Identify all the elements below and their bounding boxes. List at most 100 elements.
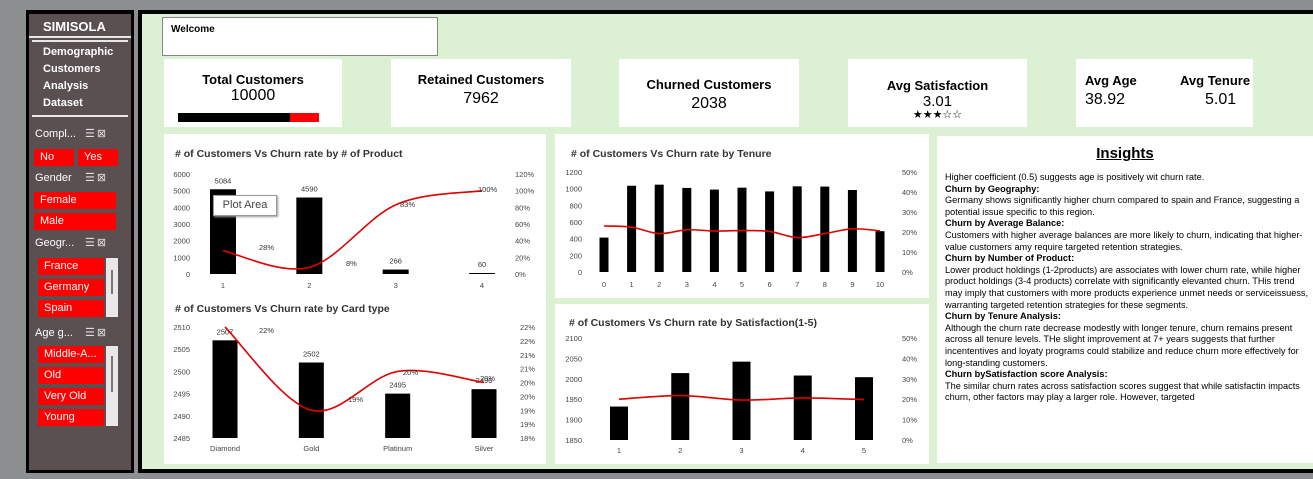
y-tick-label: 2000 xyxy=(565,375,582,384)
y-tick-label: 1200 xyxy=(565,168,582,177)
y2-tick-label: 80% xyxy=(515,203,530,212)
y-tick-label: 1900 xyxy=(565,416,582,425)
y2-tick-label: 21% xyxy=(520,351,535,360)
x-tick-label: 4 xyxy=(480,281,484,290)
line-data-label: 100% xyxy=(478,185,498,194)
y-tick-label: 2000 xyxy=(173,237,190,246)
bar xyxy=(382,269,409,274)
plot-area-tooltip: Plot Area xyxy=(213,195,277,216)
bar-data-label: 5084 xyxy=(215,176,232,185)
y-tick-label: 5000 xyxy=(173,187,190,196)
y2-tick-label: 20% xyxy=(520,392,535,401)
y-tick-label: 1000 xyxy=(565,185,582,194)
bar xyxy=(793,375,812,440)
line-data-label: 22% xyxy=(259,326,274,335)
y2-tick-label: 18% xyxy=(520,434,535,443)
y-tick-label: 6000 xyxy=(173,170,190,179)
y2-tick-label: 0% xyxy=(902,268,913,277)
x-tick-label: Silver xyxy=(475,444,494,453)
y-tick-label: 800 xyxy=(569,201,582,210)
y2-tick-label: 0% xyxy=(515,270,526,279)
insight-heading: Churn by Tenure Analysis: xyxy=(945,311,1061,322)
insight-paragraph: Churn by Geography: Germany shows signifi… xyxy=(945,184,1313,219)
insight-text: Higher coefficient (0.5) suggests age is… xyxy=(945,172,1205,182)
x-tick-label: 1 xyxy=(221,281,225,290)
y-tick-label: 2495 xyxy=(173,390,190,399)
y2-tick-label: 40% xyxy=(902,188,917,197)
insight-heading: Churn bySatisfaction score Analysis: xyxy=(945,369,1108,380)
x-tick-label: Platinum xyxy=(383,444,412,453)
bar xyxy=(385,393,411,438)
insight-heading: Churn by Geography: xyxy=(945,183,1040,194)
insight-paragraph: Higher coefficient (0.5) suggests age is… xyxy=(945,172,1313,184)
y2-tick-label: 120% xyxy=(515,170,535,179)
insight-paragraph: Churn by Average Balance: Customers with … xyxy=(945,218,1313,253)
x-tick-label: 4 xyxy=(712,280,716,289)
insight-text: Lower product holdings (1-2products) are… xyxy=(945,264,1309,310)
insight-text: The similar churn rates across satisfact… xyxy=(945,380,1300,403)
bar xyxy=(212,340,238,438)
bar xyxy=(792,186,802,272)
y2-tick-label: 100% xyxy=(515,187,535,196)
line-data-label: 83% xyxy=(400,200,415,209)
x-tick-label: 2 xyxy=(657,280,661,289)
y2-tick-label: 21% xyxy=(520,365,535,374)
x-tick-label: 2 xyxy=(307,281,311,290)
y-tick-label: 4000 xyxy=(173,203,190,212)
y-tick-label: 2490 xyxy=(173,412,190,421)
insight-paragraph: Churn by Number of Product: Lower product… xyxy=(945,253,1313,311)
bar xyxy=(654,184,664,272)
x-tick-label: 2 xyxy=(678,446,682,455)
bar-data-label: 60 xyxy=(478,260,486,269)
y2-tick-label: 19% xyxy=(520,406,535,415)
x-tick-label: Diamond xyxy=(210,444,240,453)
bar xyxy=(599,237,609,272)
y-tick-label: 2050 xyxy=(565,354,582,363)
y2-tick-label: 20% xyxy=(520,379,535,388)
insight-heading: Churn by Average Balance: xyxy=(945,218,1065,229)
line-data-label: 20% xyxy=(403,368,418,377)
insights-body: Higher coefficient (0.5) suggests age is… xyxy=(945,172,1313,404)
y-tick-label: 2510 xyxy=(173,323,190,332)
y2-tick-label: 50% xyxy=(902,168,917,177)
x-tick-label: 8 xyxy=(823,280,827,289)
x-tick-label: 6 xyxy=(768,280,772,289)
x-tick-label: 7 xyxy=(795,280,799,289)
bar-data-label: 4590 xyxy=(301,185,318,194)
x-tick-label: 1 xyxy=(617,446,621,455)
y2-tick-label: 20% xyxy=(902,395,917,404)
line-data-label: 28% xyxy=(259,243,274,252)
x-tick-label: 1 xyxy=(630,280,634,289)
y2-tick-label: 10% xyxy=(902,248,917,257)
bar-data-label: 2502 xyxy=(303,350,320,359)
bar-data-label: 266 xyxy=(389,257,402,266)
insight-text: Although the churn rate decrease modestl… xyxy=(945,322,1299,368)
x-tick-label: 4 xyxy=(801,446,805,455)
y2-tick-label: 20% xyxy=(515,253,530,262)
y-tick-label: 0 xyxy=(186,270,190,279)
insight-paragraph: Churn bySatisfaction score Analysis: The … xyxy=(945,369,1313,404)
y-tick-label: 1850 xyxy=(565,436,582,445)
x-tick-label: 3 xyxy=(394,281,398,290)
y-tick-label: 2100 xyxy=(565,334,582,343)
y-tick-label: 200 xyxy=(569,251,582,260)
bar xyxy=(627,185,637,272)
y2-tick-label: 40% xyxy=(515,237,530,246)
insights-title: Insights xyxy=(1096,145,1154,162)
x-tick-label: 9 xyxy=(850,280,854,289)
insight-paragraph: Churn by Tenure Analysis: Although the ch… xyxy=(945,311,1313,369)
y2-tick-label: 0% xyxy=(902,436,913,445)
y-tick-label: 2485 xyxy=(173,434,190,443)
line-data-label: 20% xyxy=(480,374,495,383)
bar xyxy=(469,273,495,274)
y2-tick-label: 10% xyxy=(902,416,917,425)
line-data-label: 8% xyxy=(346,259,357,268)
x-tick-label: 0 xyxy=(602,280,606,289)
y2-tick-label: 19% xyxy=(520,420,535,429)
bar xyxy=(296,197,323,274)
bar xyxy=(610,406,628,440)
x-tick-label: 5 xyxy=(740,280,744,289)
x-tick-label: 5 xyxy=(862,446,866,455)
bar-data-label: 2495 xyxy=(389,381,406,390)
y2-tick-label: 40% xyxy=(902,354,917,363)
